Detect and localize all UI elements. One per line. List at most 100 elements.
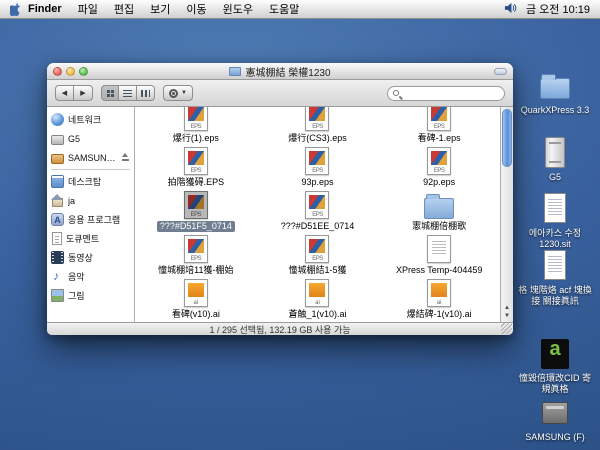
desktop-icon-4[interactable]: 憧毀倍環改CID 寄規眞格	[516, 337, 594, 395]
finder-window: 憲城棚結 榮權1230 ◀ ▶ ▼ 네트워크 G5 SAMSUNG (F) 데스크탑 j…	[47, 63, 513, 335]
menu-item-5[interactable]: 윈도우	[223, 1, 253, 17]
file-label: XPress Temp-404459	[393, 265, 485, 276]
sidebar-item-extdrive[interactable]: SAMSUNG (F)	[47, 148, 134, 167]
title-folder-icon	[229, 67, 241, 76]
apple-logo-icon	[10, 2, 22, 16]
volume-icon[interactable]	[504, 2, 517, 17]
apple-menu[interactable]	[10, 2, 22, 16]
desktop-icon-0[interactable]: QuarkXPress 3.3	[516, 69, 594, 116]
menu-clock[interactable]: 금 오전 10:19	[526, 1, 590, 17]
eps-file-icon	[184, 147, 208, 175]
file-item[interactable]: 看碑-1.eps	[378, 107, 500, 145]
scrollbar-thumb[interactable]	[502, 109, 512, 167]
file-label: 爆行(CS3).eps	[285, 133, 350, 144]
sidebar-item-label: ja	[68, 196, 130, 206]
ai-file-icon	[305, 279, 329, 307]
window-titlebar[interactable]: 憲城棚結 榮權1230	[47, 63, 513, 80]
sidebar-item-label: G5	[68, 134, 130, 144]
file-item[interactable]: 92p.eps	[378, 145, 500, 189]
minimize-button[interactable]	[66, 67, 75, 76]
file-item[interactable]: 憲城棚倍棚歌	[378, 189, 500, 233]
eject-icon[interactable]	[121, 153, 130, 162]
back-button[interactable]: ◀	[55, 85, 74, 101]
pics-icon	[51, 289, 64, 302]
vertical-scrollbar[interactable]: ▲▼	[500, 107, 513, 322]
sidebar-item-music[interactable]: 음악	[47, 267, 134, 286]
menu-item-1[interactable]: 파일	[78, 1, 98, 17]
column-view-button[interactable]	[137, 85, 155, 101]
icon-view-button[interactable]	[101, 85, 119, 101]
network-icon	[51, 113, 64, 126]
file-item[interactable]: 爆行(CS3).eps	[257, 107, 379, 145]
sidebar-item-desktop[interactable]: 데스크탑	[47, 172, 134, 191]
desktop-icon-3[interactable]: 格 塊階烙 acf 塊換接 關接眞訊	[516, 249, 594, 307]
scrollbar-arrows[interactable]: ▲▼	[501, 304, 513, 320]
list-view-button[interactable]	[119, 85, 137, 101]
extdrive-icon	[538, 396, 572, 430]
sidebar-item-apps[interactable]: 응용 프로그램	[47, 210, 134, 229]
search-field[interactable]	[387, 86, 505, 101]
search-icon	[393, 90, 399, 96]
file-label: ???#D51EE_0714	[278, 221, 358, 232]
home-icon	[51, 194, 64, 207]
sidebar-item-docs[interactable]: 도큐멘트	[47, 229, 134, 248]
file-item[interactable]: ???#D51F5_0714	[135, 189, 257, 233]
ai-file-icon	[184, 279, 208, 307]
sidebar: 네트워크 G5 SAMSUNG (F) 데스크탑 ja 응용 프로그램도큐멘트동영상음악그…	[47, 107, 135, 322]
plain-file-icon	[427, 235, 451, 263]
sidebar-item-label: 네트워크	[68, 113, 130, 126]
desktop-icon-2[interactable]: 에아카스 수정1230.sit	[516, 192, 594, 250]
eps-file-icon	[184, 107, 208, 131]
menu-items: Finder 파일 편집 보기 이동 윈도우 도움말	[28, 1, 299, 17]
menu-item-3[interactable]: 보기	[150, 1, 170, 17]
hdd-icon	[51, 135, 64, 145]
close-button[interactable]	[53, 67, 62, 76]
desktop-icon-5[interactable]: SAMSUNG (F)	[516, 396, 594, 443]
file-label: 蒼触_1(v10).ai	[285, 309, 349, 320]
resize-grip[interactable]	[501, 323, 512, 334]
file-item[interactable]: 爆行(1).eps	[135, 107, 257, 145]
file-grid: 爆行(1).eps 爆行(CS3).eps 看碑-1.eps 拍階獲碍.EPS93p.…	[135, 107, 500, 321]
toolbar-toggle-button[interactable]	[494, 68, 507, 75]
menu-item-2[interactable]: 편집	[114, 1, 134, 17]
sidebar-item-pics[interactable]: 그림	[47, 286, 134, 305]
sidebar-item-label: SAMSUNG (F)	[68, 153, 117, 163]
sidebar-item-home[interactable]: ja	[47, 191, 134, 210]
zoom-button[interactable]	[79, 67, 88, 76]
movies-icon	[51, 251, 64, 264]
menu-bar: Finder 파일 편집 보기 이동 윈도우 도움말 금 오전 10:19	[0, 0, 600, 19]
desktop-icon-1[interactable]: G5	[516, 136, 594, 183]
desktop-icon-label: 格 塊階烙 acf 塊換接 關接眞訊	[516, 285, 594, 307]
file-item[interactable]: 看碑(v10).ai	[135, 277, 257, 321]
desktop-icon	[51, 175, 64, 188]
file-label: 看碑-1.eps	[415, 133, 464, 144]
file-item[interactable]: 爆結碑-1(v10).ai	[378, 277, 500, 321]
sidebar-item-label: 그림	[68, 289, 130, 302]
menu-item-4[interactable]: 이동	[186, 1, 206, 17]
file-item[interactable]: ???#D51EE_0714	[257, 189, 379, 233]
file-item[interactable]: 93p.eps	[257, 145, 379, 189]
file-item[interactable]: 憧城棚培11獲-棚始	[135, 233, 257, 277]
sidebar-item-movies[interactable]: 동영상	[47, 248, 134, 267]
file-label: 憧城棚結1-5獲	[285, 265, 349, 276]
file-item[interactable]: 拍階獲碍.EPS	[135, 145, 257, 189]
eps-file-icon	[305, 191, 329, 219]
desktop-icon-label: 憧毀倍環改CID 寄規眞格	[516, 373, 594, 395]
menu-item-finder[interactable]: Finder	[28, 3, 62, 15]
folder-blue-icon	[538, 69, 572, 103]
forward-button[interactable]: ▶	[74, 85, 93, 101]
music-icon	[51, 270, 64, 283]
file-item[interactable]: 蒼触_1(v10).ai	[257, 277, 379, 321]
sidebar-item-network[interactable]: 네트워크	[47, 110, 134, 129]
docs-icon	[52, 232, 62, 245]
file-label: 爆結碑-1(v10).ai	[404, 309, 475, 320]
desktop-icon-label: 에아카스 수정1230.sit	[516, 228, 594, 250]
eps-file-icon	[305, 147, 329, 175]
file-item[interactable]: XPress Temp-404459	[378, 233, 500, 277]
file-item[interactable]: 憧城棚結1-5獲	[257, 233, 379, 277]
sidebar-item-hdd[interactable]: G5	[47, 129, 134, 148]
search-input[interactable]	[403, 88, 499, 98]
action-button[interactable]: ▼	[163, 85, 193, 101]
menu-item-6[interactable]: 도움말	[269, 1, 299, 17]
chevron-down-icon: ▼	[181, 90, 187, 96]
